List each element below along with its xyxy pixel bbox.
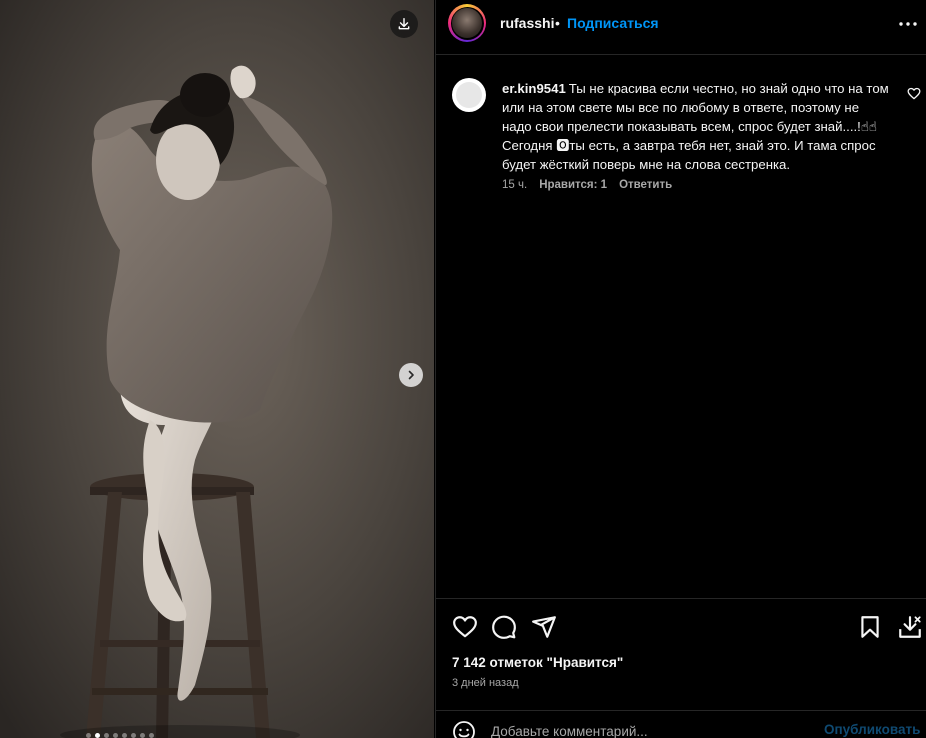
publish-button[interactable]: Опубликовать bbox=[824, 722, 920, 737]
commenter-avatar-placeholder bbox=[456, 82, 482, 108]
add-comment-bar: Опубликовать bbox=[436, 710, 926, 738]
author-avatar-image bbox=[452, 8, 482, 38]
more-options-icon[interactable] bbox=[896, 12, 920, 36]
chevron-right-icon bbox=[408, 370, 414, 380]
carousel-dot[interactable] bbox=[113, 733, 118, 738]
header-separator: • bbox=[555, 15, 560, 31]
likes-count[interactable]: 7 142 отметок "Нравится" bbox=[452, 655, 623, 670]
author-avatar-frame bbox=[450, 6, 484, 40]
carousel-dot[interactable] bbox=[104, 733, 109, 738]
carousel-dot[interactable] bbox=[149, 733, 154, 738]
next-image-button[interactable] bbox=[399, 363, 423, 387]
post-actions: 7 142 отметок "Нравится" 3 дней назад Оп… bbox=[436, 598, 926, 738]
carousel-dot[interactable] bbox=[122, 733, 127, 738]
reply-button[interactable]: Ответить bbox=[619, 179, 672, 191]
follow-button[interactable]: Подписаться bbox=[567, 15, 659, 31]
post-photo-illustration bbox=[0, 0, 434, 738]
share-icon[interactable] bbox=[531, 614, 557, 640]
author-avatar[interactable] bbox=[448, 4, 486, 42]
comment-meta: 15 ч. Нравится: 1 Ответить bbox=[502, 179, 672, 191]
comment-body: er.kin9541 Ты не красива если честно, но … bbox=[502, 79, 890, 174]
comment-input[interactable] bbox=[491, 721, 811, 738]
post-header: rufasshi • Подписаться bbox=[436, 0, 926, 55]
emoji-icon[interactable] bbox=[452, 720, 476, 738]
carousel-dots bbox=[86, 733, 154, 738]
carousel-dot[interactable] bbox=[140, 733, 145, 738]
carousel-dot[interactable] bbox=[131, 733, 136, 738]
comment-time[interactable]: 15 ч. bbox=[502, 179, 527, 191]
post-details-panel: rufasshi • Подписаться er.kin9541 Ты не к… bbox=[435, 0, 926, 738]
commenter-username[interactable]: er.kin9541 bbox=[502, 81, 566, 96]
instagram-post-viewer: rufasshi • Подписаться er.kin9541 Ты не к… bbox=[0, 0, 926, 738]
post-photo[interactable] bbox=[0, 0, 434, 738]
carousel-dot[interactable] bbox=[86, 733, 91, 738]
bookmark-icon[interactable] bbox=[857, 614, 883, 640]
post-time[interactable]: 3 дней назад bbox=[452, 677, 519, 689]
author-username[interactable]: rufasshi bbox=[500, 15, 554, 31]
carousel-dot-active[interactable] bbox=[95, 733, 100, 738]
download-button[interactable] bbox=[390, 10, 418, 38]
comment-heart-icon[interactable] bbox=[907, 87, 921, 101]
commenter-avatar[interactable] bbox=[452, 78, 486, 112]
comment-icon[interactable] bbox=[491, 614, 517, 640]
comment-likes[interactable]: Нравится: 1 bbox=[539, 179, 607, 191]
save-download-icon[interactable] bbox=[897, 614, 923, 640]
heart-icon[interactable] bbox=[452, 614, 478, 640]
download-icon bbox=[398, 18, 410, 30]
